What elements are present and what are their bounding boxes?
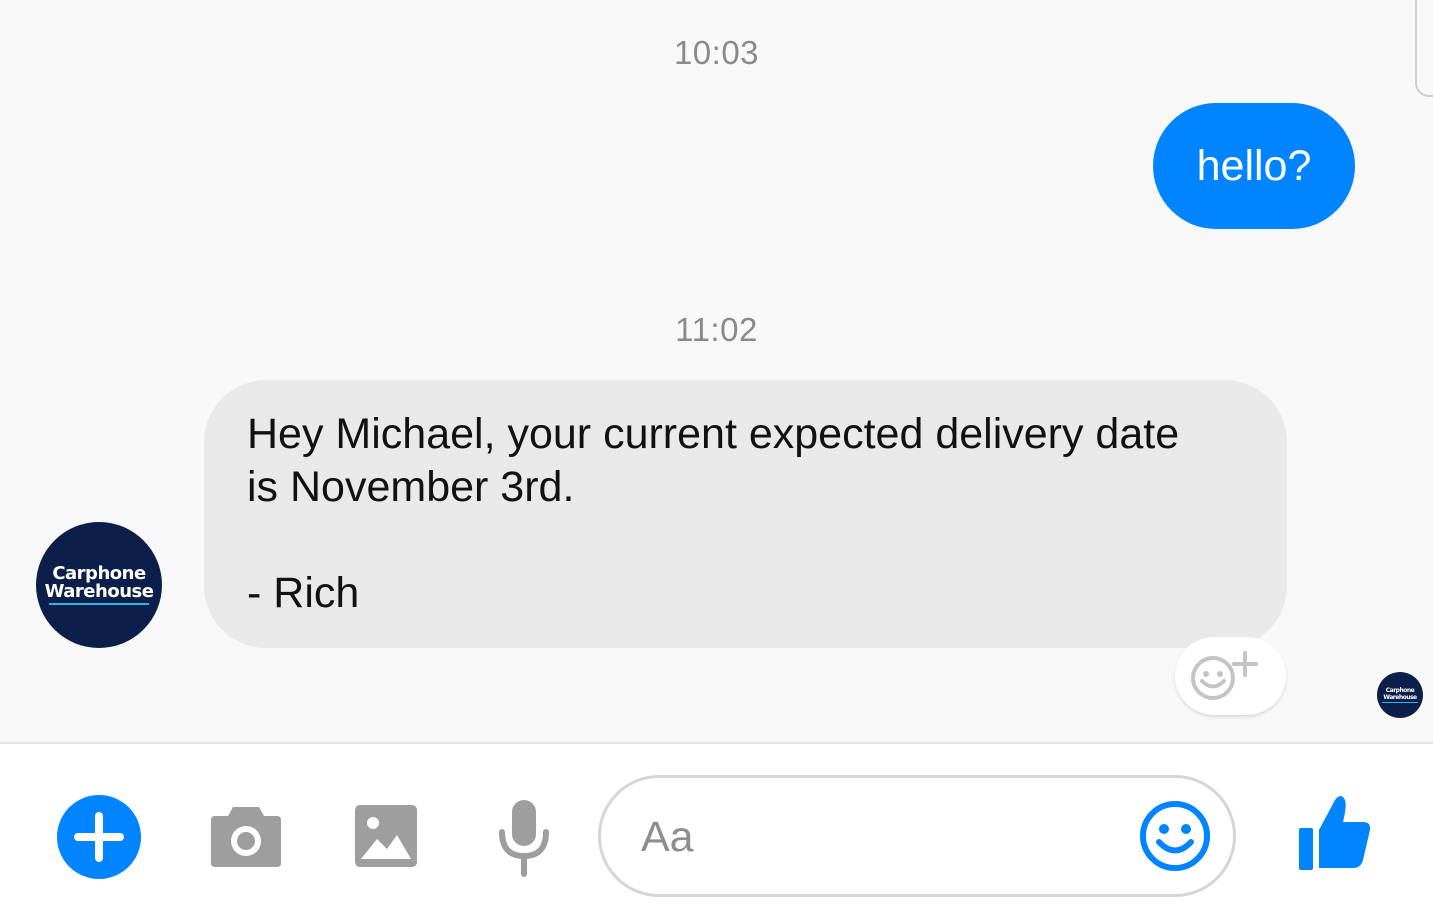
message-thread[interactable]: 10:03 hello? 11:02 Carphone Warehouse He… [0, 0, 1433, 742]
message-line: Hey Michael, your current expected deliv… [247, 410, 1180, 458]
outgoing-message-bubble[interactable]: hello? [1153, 103, 1355, 229]
incoming-message-bubble[interactable]: Hey Michael, your current expected deliv… [204, 380, 1287, 648]
plus-icon [57, 795, 141, 879]
timestamp: 11:02 [675, 311, 758, 348]
avatar-logo-underline [49, 603, 149, 605]
message-line: is November 3rd. [247, 463, 575, 511]
message-text: hello? [1196, 141, 1312, 190]
avatar-logo-underline [1382, 702, 1418, 703]
more-actions-button[interactable] [56, 794, 142, 880]
message-input[interactable] [639, 806, 1123, 868]
gallery-button[interactable] [350, 796, 422, 876]
avatar-logo-line2: Warehouse [1383, 694, 1417, 701]
camera-icon [211, 807, 281, 867]
voice-message-button[interactable] [493, 796, 555, 880]
sender-avatar[interactable]: Carphone Warehouse [36, 522, 162, 648]
camera-button[interactable] [206, 796, 286, 876]
add-reaction-icon [1190, 651, 1258, 700]
messenger-screen: 10:03 hello? 11:02 Carphone Warehouse He… [0, 0, 1433, 915]
avatar-logo-line2: Warehouse [44, 581, 154, 602]
timestamp: 10:03 [673, 34, 760, 71]
microphone-icon [499, 800, 549, 877]
message-line: - Rich [247, 569, 360, 617]
read-receipt-avatar: Carphone Warehouse [1377, 672, 1423, 718]
image-icon [355, 805, 417, 867]
like-button[interactable] [1296, 792, 1374, 872]
thumbs-up-icon [1299, 796, 1371, 870]
emoji-button[interactable] [1138, 799, 1212, 873]
avatar-logo-line1: Carphone [1385, 687, 1415, 694]
emoji-icon [1140, 801, 1210, 871]
composer-bar [0, 742, 1433, 915]
add-reaction-button[interactable] [1175, 637, 1286, 715]
